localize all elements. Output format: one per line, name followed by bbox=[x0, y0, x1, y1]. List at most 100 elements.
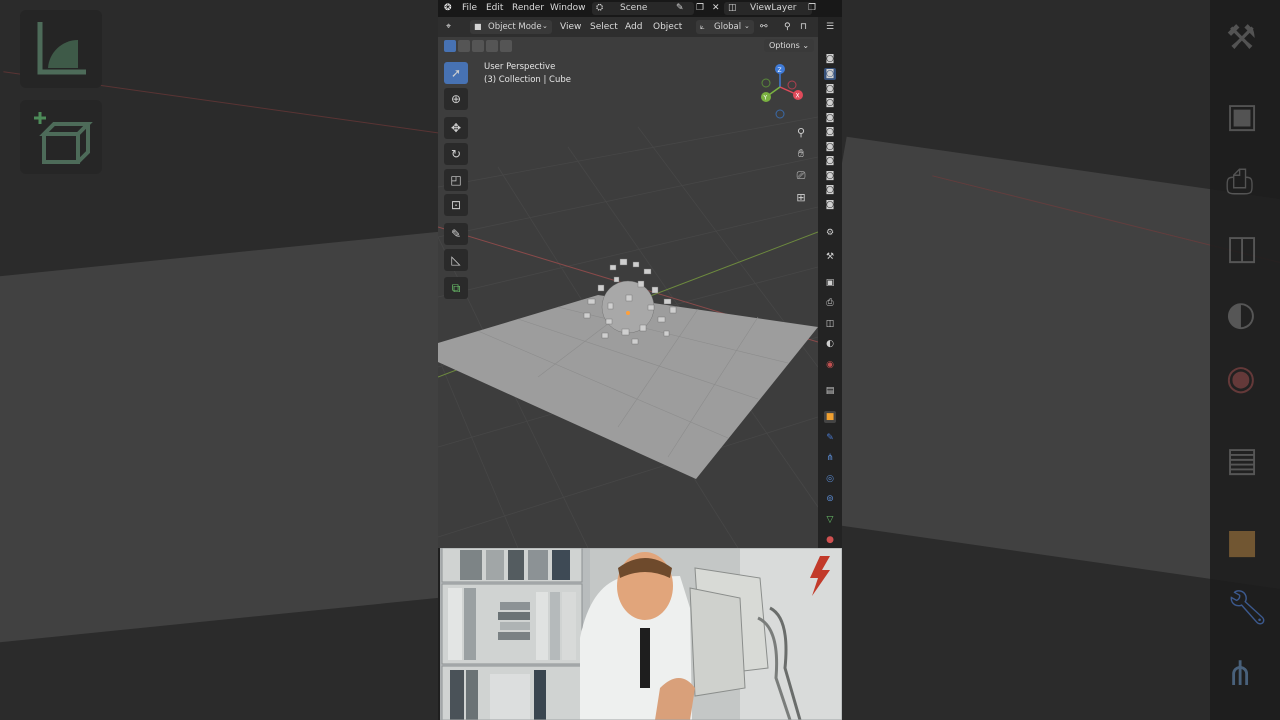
scene-properties-icon[interactable]: ◐ bbox=[824, 338, 836, 350]
camera-icon[interactable]: ◙ bbox=[824, 184, 836, 196]
menu-select[interactable]: Select bbox=[590, 22, 618, 32]
blurred-background-left bbox=[0, 0, 438, 720]
select-new-icon[interactable] bbox=[444, 40, 456, 52]
menu-add[interactable]: Add bbox=[625, 22, 642, 32]
properties-tab-strip: ☰ ◙ ◙ ◙ ◙ ◙ ◙ ◙ ◙ ◙ ◙ ◙ ⚙ ⚒ ▣ ⎙ ◫ ◐ ◉ ▤ … bbox=[818, 17, 842, 548]
proportional-edit-icon[interactable]: ⊓ bbox=[800, 22, 807, 32]
pan-hand-icon[interactable]: ✋︎ bbox=[792, 145, 810, 163]
view-layer-icon: ◫ bbox=[728, 3, 737, 13]
measure-tool-icon[interactable]: ◺ bbox=[444, 249, 468, 271]
view-layer-name: ViewLayer bbox=[750, 3, 797, 13]
scene-selector[interactable]: ⛭ Scene ✎ bbox=[592, 2, 694, 15]
chevron-down-icon: ⌄ bbox=[744, 22, 750, 30]
orientation-label: Global bbox=[714, 22, 742, 32]
view-layer-properties-icon[interactable]: ◫ bbox=[824, 318, 836, 330]
camera-icon[interactable]: ◙ bbox=[824, 97, 836, 109]
transform-tool-icon[interactable]: ⊡ bbox=[444, 194, 468, 216]
move-tool-icon[interactable]: ✥ bbox=[444, 117, 468, 139]
outliner-icon[interactable]: ☰ bbox=[824, 21, 836, 33]
blender-logo-icon[interactable]: ❂ bbox=[444, 3, 452, 13]
world-properties-icon[interactable]: ◉ bbox=[824, 359, 836, 371]
menu-window[interactable]: Window bbox=[550, 3, 586, 13]
physics-properties-icon[interactable]: ◎ bbox=[824, 473, 836, 485]
scale-tool-icon[interactable]: ◰ bbox=[444, 169, 468, 191]
delete-scene-icon[interactable]: ✕ bbox=[712, 3, 720, 13]
select-subtract-icon[interactable] bbox=[472, 40, 484, 52]
blurred-tool-icon: ⚒ bbox=[1226, 18, 1257, 58]
camera-icon[interactable]: ◙ bbox=[824, 155, 836, 167]
chevron-down-icon: ⌄ bbox=[542, 22, 548, 30]
office-scene-image bbox=[440, 548, 842, 720]
new-view-layer-icon[interactable]: ❐ bbox=[808, 3, 816, 13]
select-intersect-icon[interactable] bbox=[500, 40, 512, 52]
snap-icon[interactable]: ⚲ bbox=[784, 22, 791, 32]
rotate-tool-icon[interactable]: ↻ bbox=[444, 143, 468, 165]
orientation-icon: ⟀ bbox=[700, 22, 705, 31]
blurred-object-icon: ■ bbox=[1226, 522, 1259, 562]
navigation-gizmo[interactable]: Z X Y bbox=[750, 59, 810, 121]
viewport-header: ⌖ ■ Object Mode ⌄ View Select Add Object… bbox=[438, 17, 818, 37]
camera-icon[interactable]: ◙ bbox=[824, 126, 836, 138]
add-cube-tool-icon[interactable]: ⧉ bbox=[444, 277, 468, 299]
object-properties-icon[interactable]: ■ bbox=[824, 411, 836, 423]
top-menu-bar: ❂ File Edit Render Window ⛭ Scene ✎ ❐ ✕ … bbox=[438, 0, 842, 17]
collection-properties-icon[interactable]: ▤ bbox=[824, 385, 836, 397]
pivot-icon[interactable]: ⚯ bbox=[760, 22, 768, 32]
blurred-add-cube-tool bbox=[20, 100, 102, 174]
blurred-collection-icon: ▤ bbox=[1226, 440, 1259, 480]
view-layer-selector[interactable]: ◫ ViewLayer bbox=[724, 2, 812, 15]
selection-mode-buttons bbox=[444, 40, 514, 52]
material-properties-icon[interactable]: ● bbox=[824, 534, 836, 546]
viewport-perspective-label: User Perspective bbox=[484, 62, 556, 72]
object-origin bbox=[626, 311, 630, 315]
3d-viewport[interactable]: Options ⌄ User Perspective (3) Collectio… bbox=[438, 37, 818, 548]
annotate-tool-icon[interactable]: ✎ bbox=[444, 223, 468, 245]
svg-text:Y: Y bbox=[763, 95, 768, 102]
camera-icon[interactable]: ◙ bbox=[824, 170, 836, 182]
blurred-world-icon: ◉ bbox=[1226, 358, 1256, 398]
output-properties-icon[interactable]: ⎙ bbox=[824, 297, 836, 309]
options-label: Options bbox=[768, 41, 800, 50]
pin-icon[interactable]: ✎ bbox=[676, 3, 684, 13]
blurred-floor-plane bbox=[0, 202, 438, 678]
blurred-properties-strip: ⚒ ▣ ⎙ ◫ ◐ ◉ ▤ ■ 🔧︎ ⋔ bbox=[1210, 0, 1280, 720]
mode-dropdown[interactable]: ■ Object Mode ⌄ bbox=[470, 20, 552, 34]
blurred-view-layer-icon: ◫ bbox=[1226, 228, 1259, 268]
viewport-collection-label: (3) Collection | Cube bbox=[484, 75, 572, 85]
render-properties-icon[interactable]: ▣ bbox=[824, 277, 836, 289]
camera-icon[interactable]: ◙ bbox=[824, 53, 836, 65]
blurred-measure-tool bbox=[20, 10, 102, 88]
modifier-properties-icon[interactable]: ✎ bbox=[824, 432, 836, 444]
select-invert-icon[interactable] bbox=[486, 40, 498, 52]
options-dropdown[interactable]: Options ⌄ bbox=[764, 39, 814, 52]
camera-icon[interactable]: ◙ bbox=[824, 199, 836, 211]
tool-properties-icon[interactable]: ⚒ bbox=[824, 251, 836, 263]
cursor-tool-icon[interactable]: ⊕ bbox=[444, 88, 468, 110]
object-mode-icon: ■ bbox=[474, 22, 482, 31]
mode-label: Object Mode bbox=[488, 22, 542, 32]
data-properties-icon[interactable]: ▽ bbox=[824, 514, 836, 526]
particles-properties-icon[interactable]: ⋔ bbox=[824, 452, 836, 464]
zoom-icon[interactable]: ⚲ bbox=[792, 124, 810, 142]
constraints-properties-icon[interactable]: ⊚ bbox=[824, 493, 836, 505]
scene-icon: ⛭ bbox=[596, 3, 604, 13]
menu-render[interactable]: Render bbox=[512, 3, 544, 13]
orientation-dropdown[interactable]: ⟀ Global ⌄ bbox=[696, 20, 754, 34]
camera-view-icon[interactable]: ⎚ bbox=[792, 167, 810, 185]
camera-icon[interactable]: ◙ bbox=[824, 141, 836, 153]
reaction-video-overlay bbox=[440, 548, 842, 720]
editor-type-icon[interactable]: ⌖ bbox=[446, 22, 451, 32]
new-scene-icon[interactable]: ❐ bbox=[696, 3, 704, 13]
select-box-tool-icon[interactable]: ➚ bbox=[444, 62, 468, 84]
select-extend-icon[interactable] bbox=[458, 40, 470, 52]
camera-icon[interactable]: ◙ bbox=[824, 68, 836, 80]
menu-object[interactable]: Object bbox=[653, 22, 682, 32]
menu-edit[interactable]: Edit bbox=[486, 3, 503, 13]
menu-file[interactable]: File bbox=[462, 3, 477, 13]
perspective-toggle-icon[interactable]: ⊞ bbox=[792, 189, 810, 207]
camera-icon[interactable]: ◙ bbox=[824, 112, 836, 124]
camera-icon[interactable]: ◙ bbox=[824, 83, 836, 95]
editor-type-properties-icon[interactable]: ⚙ bbox=[824, 227, 836, 239]
menu-view[interactable]: View bbox=[560, 22, 581, 32]
blurred-render-icon: ▣ bbox=[1226, 96, 1259, 136]
